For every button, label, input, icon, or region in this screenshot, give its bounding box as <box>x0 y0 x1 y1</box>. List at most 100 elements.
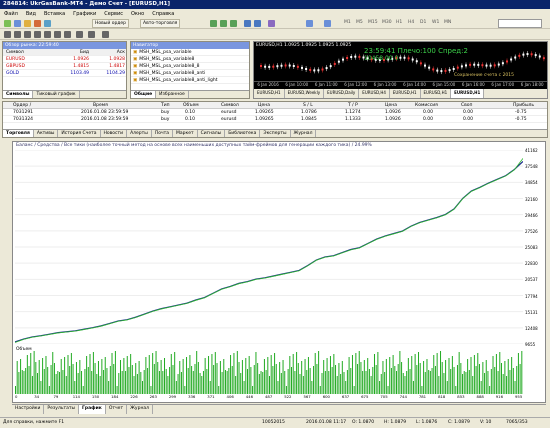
horizontal-line-icon[interactable] <box>34 31 41 38</box>
indicators-icon[interactable] <box>306 20 313 27</box>
volume-bar <box>97 361 99 394</box>
timeframe-m15[interactable]: M15 <box>368 20 378 25</box>
tab-journal[interactable]: Журнал <box>291 130 317 137</box>
tab-results[interactable]: Результаты <box>44 405 80 414</box>
market-watch-row[interactable]: GOLD 1103.49 1104.29 <box>3 70 126 77</box>
timeframe-h4[interactable]: H4 <box>408 20 414 25</box>
text-icon[interactable] <box>76 31 83 38</box>
chart-tab[interactable]: EURUSD,Daily <box>324 89 360 98</box>
navigator-item[interactable]: ▣ MSH_MSL_psa_variable <box>131 49 249 56</box>
menu-tools[interactable]: Сервис <box>104 11 123 17</box>
volume-bar <box>202 371 204 394</box>
menu-insert[interactable]: Вставка <box>44 11 65 17</box>
tab-general[interactable]: Общие <box>131 91 157 98</box>
menu-view[interactable]: Вид <box>26 11 36 17</box>
bar-chart-icon[interactable] <box>210 20 217 27</box>
volume-bar <box>74 381 76 394</box>
chart-tab[interactable]: EURUSD,Weekly <box>285 89 325 98</box>
menu-window[interactable]: Окно <box>131 11 144 17</box>
tab-tester-journal[interactable]: Журнал <box>127 405 154 414</box>
line-chart-icon[interactable] <box>230 20 237 27</box>
zoom-in-icon[interactable] <box>244 20 251 27</box>
candle-chart-icon[interactable] <box>220 20 227 27</box>
tab-news[interactable]: Новости <box>101 130 128 137</box>
new-order-button[interactable]: Новый ордер <box>92 19 130 28</box>
navigator-icon[interactable] <box>34 20 41 27</box>
market-watch-row[interactable]: EURUSD 1.0926 1.0928 <box>3 56 126 63</box>
navigator-item[interactable]: ▣ MSH_MSL_psa_variable8_anti <box>131 70 249 77</box>
tab-alerts[interactable]: Алерты <box>127 130 152 137</box>
terminal-icon[interactable] <box>44 20 51 27</box>
order-row[interactable]: 7031324 2016.01.08 23:59:59 buy 0.10 eur… <box>3 116 547 123</box>
candle <box>276 65 279 68</box>
navigator-item[interactable]: ▣ MSH_MSL_psa_variable8_8 <box>131 63 249 70</box>
vertical-line-icon[interactable] <box>24 31 31 38</box>
chart-tab[interactable]: EURUSD,H1 <box>421 89 452 98</box>
tab-account-history[interactable]: История Счета <box>58 130 101 137</box>
menu-file[interactable]: Файл <box>4 11 18 17</box>
trendline-icon[interactable] <box>44 31 51 38</box>
expert-icon: ▣ <box>133 70 138 76</box>
tab-favorites[interactable]: Избранное <box>156 91 189 98</box>
arrows-icon[interactable] <box>102 31 109 38</box>
timeframe-h1[interactable]: H1 <box>396 20 402 25</box>
timeframe-m1[interactable]: M1 <box>344 20 351 25</box>
tab-trade[interactable]: Торговля <box>3 130 34 137</box>
timeframe-w1[interactable]: W1 <box>432 20 439 25</box>
channel-icon[interactable] <box>54 31 61 38</box>
volume-bar <box>314 353 316 394</box>
tab-exposure[interactable]: Активы <box>34 130 59 137</box>
chart-tab[interactable]: EURUSD,H1 <box>390 89 421 98</box>
order-row[interactable]: 7031291 2016.01.08 23:59:59 buy 0.10 eur… <box>3 109 547 116</box>
tab-mailbox[interactable]: Почта <box>152 130 174 137</box>
tab-experts[interactable]: Эксперты <box>260 130 291 137</box>
candle <box>354 55 357 58</box>
tab-tick-chart[interactable]: Тиковый график <box>33 91 80 98</box>
chart-tab[interactable]: EURUSD,H4 <box>359 89 390 98</box>
fibonacci-icon[interactable] <box>64 31 71 38</box>
volume-bar <box>169 367 171 394</box>
periods-icon[interactable] <box>324 20 331 27</box>
navigator-item[interactable]: ▣ MSH_MSL_psa_variable8 <box>131 56 249 63</box>
timeframe-m30[interactable]: M30 <box>382 20 392 25</box>
navigator-item[interactable]: ▣ MSH_MSL_psa_variable8_anti_light <box>131 77 249 84</box>
volume-bar <box>423 361 425 394</box>
tile-windows-icon[interactable] <box>268 20 275 27</box>
candle <box>522 53 525 56</box>
price-chart-window[interactable]: EURUSD,H1 1.0925 1.0925 1.0925 1.0925 23… <box>253 41 548 99</box>
tab-symbols[interactable]: Символы <box>3 91 34 98</box>
volume-bar <box>456 365 458 394</box>
volume-bar <box>517 353 519 394</box>
volume-bar <box>94 363 96 394</box>
crosshair-icon[interactable] <box>14 31 21 38</box>
candle <box>333 62 336 65</box>
tab-settings[interactable]: Настройки <box>12 405 45 414</box>
cursor-icon[interactable] <box>4 31 11 38</box>
new-chart-icon[interactable] <box>4 20 11 27</box>
search-input[interactable] <box>498 19 542 28</box>
label-icon[interactable] <box>88 31 95 38</box>
zoom-out-icon[interactable] <box>254 20 261 27</box>
market-watch-row[interactable]: GBPUSD 1.4815 1.4817 <box>3 63 126 70</box>
profiles-icon[interactable] <box>14 20 21 27</box>
timeframe-mn[interactable]: MN <box>444 20 451 25</box>
volume-bar <box>307 357 309 394</box>
volume-bar <box>377 352 379 394</box>
autotrading-button[interactable]: Авто-торговля <box>140 19 181 28</box>
tab-graph[interactable]: График <box>79 405 106 414</box>
tab-market[interactable]: Маркет <box>173 130 198 137</box>
chart-tab[interactable]: EURUSD,H1 <box>254 89 285 98</box>
tab-report[interactable]: Отчет <box>106 405 128 414</box>
spread-overlay: 23:59:41 Плечо:100 Спред:2 <box>364 47 468 55</box>
tab-library[interactable]: Библиотека <box>225 130 261 137</box>
tab-signals[interactable]: Сигналы <box>198 130 226 137</box>
timeframe-d1[interactable]: D1 <box>420 20 426 25</box>
volume-bar <box>279 362 281 394</box>
menu-charts[interactable]: Графики <box>73 11 96 17</box>
timeframe-m5[interactable]: M5 <box>356 20 363 25</box>
market-watch-icon[interactable] <box>24 20 31 27</box>
menu-help[interactable]: Справка <box>152 11 174 17</box>
volume-bar <box>341 361 343 394</box>
candle <box>407 57 410 60</box>
chart-tab[interactable]: EURUSD,H1 <box>451 89 485 98</box>
